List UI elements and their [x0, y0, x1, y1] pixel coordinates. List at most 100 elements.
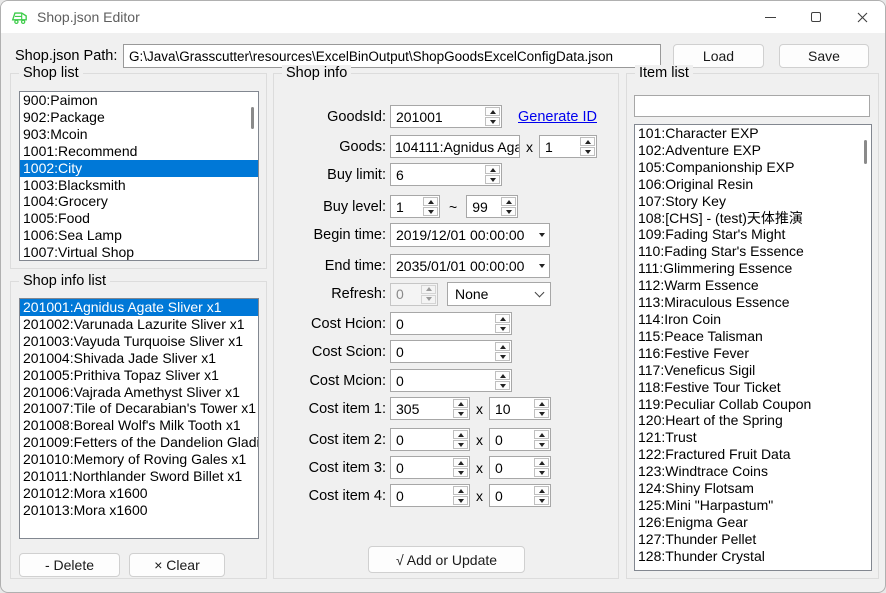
list-item[interactable]: 128:Thunder Crystal — [635, 548, 871, 565]
list-item[interactable]: 1003:Blacksmith — [20, 177, 258, 194]
cost-mcion-input[interactable] — [391, 370, 494, 391]
spin-down-button[interactable] — [485, 175, 500, 184]
spin-down-button[interactable] — [485, 117, 500, 126]
cost-item-1-id-spinner[interactable] — [390, 397, 470, 420]
list-item[interactable]: 118:Festive Tour Ticket — [635, 379, 871, 396]
spin-up-button[interactable] — [453, 486, 468, 495]
cost-scion-spinner[interactable] — [390, 340, 512, 363]
buy-limit-input[interactable] — [391, 164, 484, 185]
spin-down-button[interactable] — [501, 207, 516, 216]
cost-item-3-count-input[interactable] — [490, 457, 533, 478]
cost-hcion-spinner[interactable] — [390, 312, 512, 335]
list-item[interactable]: 107:Story Key — [635, 193, 871, 210]
list-item[interactable]: 1006:Sea Lamp — [20, 227, 258, 244]
shop-info-listbox[interactable]: 201001:Agnidus Agate Sliver x1201002:Var… — [19, 298, 259, 539]
spin-up-button[interactable] — [485, 107, 500, 116]
item-listbox[interactable]: 101:Character EXP102:Adventure EXP105:Co… — [634, 124, 872, 571]
cost-item-2-id-spinner[interactable] — [390, 428, 470, 451]
list-item[interactable]: 106:Original Resin — [635, 176, 871, 193]
list-item[interactable]: 114:Iron Coin — [635, 311, 871, 328]
item-list-scrollbar[interactable] — [864, 140, 867, 164]
list-item[interactable]: 1005:Food — [20, 210, 258, 227]
list-item[interactable]: 201007:Tile of Decarabian's Tower x1 — [20, 400, 258, 417]
spin-up-button[interactable] — [534, 458, 549, 467]
list-item[interactable]: 105:Companionship EXP — [635, 159, 871, 176]
spin-down-button[interactable] — [495, 381, 510, 390]
spin-down-button[interactable] — [423, 207, 438, 216]
spin-down-button[interactable] — [534, 468, 549, 477]
list-item[interactable]: 201002:Varunada Lazurite Sliver x1 — [20, 316, 258, 333]
list-item[interactable]: 902:Package — [20, 109, 258, 126]
spin-up-button[interactable] — [495, 371, 510, 380]
list-item[interactable]: 122:Fractured Fruit Data — [635, 446, 871, 463]
cost-item-4-count-spinner[interactable] — [489, 484, 551, 507]
list-item[interactable]: 110:Fading Star's Essence — [635, 243, 871, 260]
cost-item-4-count-input[interactable] — [490, 485, 533, 506]
spin-down-button[interactable] — [495, 352, 510, 361]
goods-qty-spinner[interactable] — [539, 135, 597, 158]
spin-up-button[interactable] — [453, 458, 468, 467]
spin-down-button[interactable] — [453, 468, 468, 477]
list-item[interactable]: 111:Glimmering Essence — [635, 260, 871, 277]
list-item[interactable]: 201011:Northlander Sword Billet x1 — [20, 468, 258, 485]
spin-up-button[interactable] — [534, 399, 549, 408]
shop-listbox[interactable]: 900:Paimon902:Package903:Mcoin1001:Recom… — [19, 91, 259, 261]
list-item[interactable]: 120:Heart of the Spring — [635, 412, 871, 429]
cost-item-1-count-spinner[interactable] — [489, 397, 551, 420]
cost-scion-input[interactable] — [391, 341, 494, 362]
close-button[interactable] — [839, 1, 885, 33]
cost-item-3-id-spinner[interactable] — [390, 456, 470, 479]
list-item[interactable]: 115:Peace Talisman — [635, 328, 871, 345]
spin-up-button[interactable] — [501, 197, 516, 206]
spin-up-button[interactable] — [485, 165, 500, 174]
list-item[interactable]: 112:Warm Essence — [635, 277, 871, 294]
list-item[interactable]: 102:Adventure EXP — [635, 142, 871, 159]
list-item[interactable]: 201005:Prithiva Topaz Sliver x1 — [20, 367, 258, 384]
cost-item-2-count-input[interactable] — [490, 429, 533, 450]
list-item[interactable]: 123:Windtrace Coins — [635, 463, 871, 480]
list-item[interactable]: 201010:Memory of Roving Gales x1 — [20, 451, 258, 468]
spin-down-button[interactable] — [534, 409, 549, 418]
spin-up-button[interactable] — [534, 430, 549, 439]
list-item[interactable]: 116:Festive Fever — [635, 345, 871, 362]
buy-level-max-spinner[interactable] — [466, 195, 518, 218]
list-item[interactable]: 201003:Vayuda Turquoise Sliver x1 — [20, 333, 258, 350]
list-item[interactable]: 108:[CHS] - (test)天体推演 — [635, 210, 871, 227]
buy-limit-spinner[interactable] — [390, 163, 502, 186]
cost-mcion-spinner[interactable] — [390, 369, 512, 392]
spin-up-button[interactable] — [495, 342, 510, 351]
spin-down-button[interactable] — [453, 440, 468, 449]
spin-up-button[interactable] — [453, 430, 468, 439]
spin-down-button[interactable] — [534, 496, 549, 505]
generate-id-link[interactable]: Generate ID — [518, 109, 597, 125]
goodsid-input[interactable] — [391, 106, 484, 127]
cost-item-2-count-spinner[interactable] — [489, 428, 551, 451]
begin-time-picker[interactable]: 2019/12/01 00:00:00 — [390, 223, 550, 247]
shop-list-scrollbar[interactable] — [251, 107, 254, 129]
save-button[interactable]: Save — [779, 44, 869, 68]
list-item[interactable]: 127:Thunder Pellet — [635, 531, 871, 548]
cost-item-4-id-input[interactable] — [391, 485, 452, 506]
end-time-picker[interactable]: 2035/01/01 00:00:00 — [390, 254, 550, 278]
spin-up-button[interactable] — [453, 399, 468, 408]
list-item[interactable]: 109:Fading Star's Might — [635, 226, 871, 243]
list-item[interactable]: 121:Trust — [635, 429, 871, 446]
spin-up-button[interactable] — [580, 137, 595, 146]
delete-button[interactable]: - Delete — [19, 553, 120, 577]
maximize-button[interactable] — [793, 1, 839, 33]
list-item[interactable]: 124:Shiny Flotsam — [635, 480, 871, 497]
list-item[interactable]: 1004:Grocery — [20, 193, 258, 210]
list-item[interactable]: 201009:Fetters of the Dandelion Gladiato… — [20, 434, 258, 451]
goodsid-spinner[interactable] — [390, 105, 502, 128]
spin-up-button[interactable] — [495, 314, 510, 323]
item-search-input[interactable] — [634, 95, 870, 117]
list-item[interactable]: 201008:Boreal Wolf's Milk Tooth x1 — [20, 417, 258, 434]
spin-down-button[interactable] — [495, 324, 510, 333]
spin-up-button[interactable] — [534, 486, 549, 495]
spin-down-button[interactable] — [580, 147, 595, 156]
add-or-update-button[interactable]: √ Add or Update — [368, 546, 525, 573]
goods-qty-input[interactable] — [540, 136, 579, 157]
minimize-button[interactable] — [747, 1, 793, 33]
list-item[interactable]: 201013:Mora x1600 — [20, 502, 258, 519]
goods-field[interactable]: 104111:Agnidus Agate Sliver — [390, 135, 520, 158]
